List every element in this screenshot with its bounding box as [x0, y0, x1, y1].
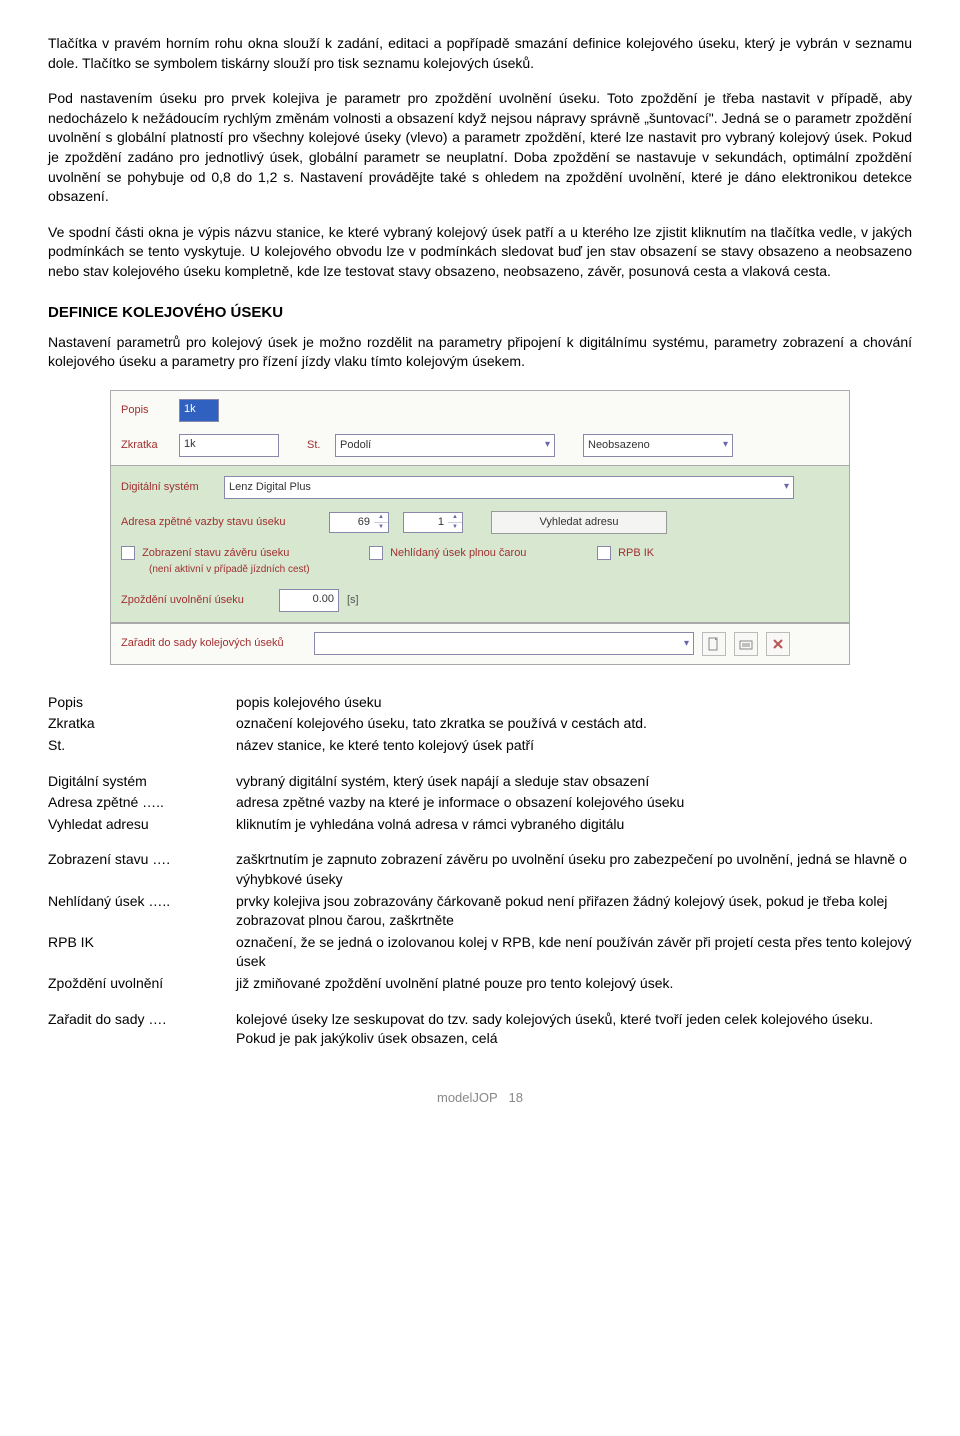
def-row: Zpoždění uvolněníjiž zmiňované zpoždění …	[48, 974, 912, 994]
chevron-down-icon: ▾	[684, 637, 689, 651]
spinner-up-icon[interactable]: ▲	[448, 513, 462, 523]
sada-dropdown[interactable]: ▾	[314, 632, 694, 655]
zpozdeni-input[interactable]: 0.00	[279, 589, 339, 612]
footer-page: 18	[509, 1090, 523, 1105]
def-val: adresa zpětné vazby na které je informac…	[236, 793, 912, 813]
chevron-down-icon: ▾	[723, 438, 728, 452]
stav-value: Neobsazeno	[588, 438, 650, 453]
popis-label: Popis	[121, 403, 171, 418]
def-key: Zkratka	[48, 714, 236, 734]
spinner-up-icon[interactable]: ▲	[374, 513, 388, 523]
chevron-down-icon: ▾	[545, 438, 550, 452]
edit-icon[interactable]	[734, 632, 758, 656]
checkbox-nehlidany[interactable]	[369, 546, 383, 560]
def-val: vybraný digitální systém, který úsek nap…	[236, 772, 912, 792]
def-row: Zobrazení stavu ….zaškrtnutím je zapnuto…	[48, 850, 912, 889]
def-key: Zařadit do sady ….	[48, 1010, 236, 1049]
heading-definice: DEFINICE KOLEJOVÉHO ÚSEKU	[48, 302, 912, 323]
def-val: název stanice, ke které tento kolejový ú…	[236, 736, 912, 756]
spinner-down-icon[interactable]: ▼	[374, 523, 388, 532]
new-icon[interactable]	[702, 632, 726, 656]
def-key: Nehlídaný úsek …..	[48, 892, 236, 931]
chk-zaver-sub: (není aktivní v případě jízdních cest)	[149, 564, 310, 575]
def-row: Zkratkaoznačení kolejového úseku, tato z…	[48, 714, 912, 734]
adresa-spinner-1[interactable]: 69 ▲ ▼	[329, 512, 389, 533]
zkratka-label: Zkratka	[121, 438, 171, 453]
checkbox-rpb[interactable]	[597, 546, 611, 560]
def-key: Adresa zpětné …..	[48, 793, 236, 813]
page-footer: modelJOP 18	[48, 1089, 912, 1107]
def-key: Digitální systém	[48, 772, 236, 792]
chk-nehlidany-label: Nehlídaný úsek plnou čarou	[390, 547, 526, 559]
paragraph-2: Pod nastavením úseku pro prvek kolejiva …	[48, 89, 912, 207]
vyhledat-button[interactable]: Vyhledat adresu	[491, 511, 667, 534]
def-row: RPB IKoznačení, že se jedná o izolovanou…	[48, 933, 912, 972]
zkratka-input[interactable]: 1k	[179, 434, 279, 457]
st-label: St.	[307, 438, 327, 453]
spinner-down-icon[interactable]: ▼	[448, 523, 462, 532]
sada-label: Zařadit do sady kolejových úseků	[121, 636, 306, 651]
checkbox-zaver[interactable]	[121, 546, 135, 560]
def-row: Digitální systémvybraný digitální systém…	[48, 772, 912, 792]
def-row: Adresa zpětné …..adresa zpětné vazby na …	[48, 793, 912, 813]
st-dropdown[interactable]: Podolí ▾	[335, 434, 555, 457]
def-key: St.	[48, 736, 236, 756]
adresa-val2[interactable]: 1	[403, 512, 448, 533]
adresa-spinner-2[interactable]: 1 ▲ ▼	[403, 512, 463, 533]
def-row: St.název stanice, ke které tento kolejov…	[48, 736, 912, 756]
def-row: Vyhledat adresukliknutím je vyhledána vo…	[48, 815, 912, 835]
system-label: Digitální systém	[121, 480, 216, 495]
def-key: Vyhledat adresu	[48, 815, 236, 835]
def-key: RPB IK	[48, 933, 236, 972]
chk-rpb-label: RPB IK	[618, 547, 654, 559]
chk-zaver-label: Zobrazení stavu závěru úseku	[142, 547, 289, 559]
zpozdeni-label: Zpoždění uvolnění úseku	[121, 593, 271, 608]
definitions-table: Popispopis kolejového úseku Zkratkaoznač…	[48, 693, 912, 1049]
chevron-down-icon: ▾	[784, 480, 789, 494]
zpozdeni-unit: [s]	[347, 593, 359, 608]
def-val: již zmiňované zpoždění uvolnění platné p…	[236, 974, 912, 994]
adresa-label: Adresa zpětné vazby stavu úseku	[121, 515, 321, 530]
paragraph-1: Tlačítka v pravém horním rohu okna slouž…	[48, 34, 912, 73]
def-key: Zobrazení stavu ….	[48, 850, 236, 889]
def-intro: Nastavení parametrů pro kolejový úsek je…	[48, 333, 912, 372]
def-row: Nehlídaný úsek …..prvky kolejiva jsou zo…	[48, 892, 912, 931]
def-val: označení, že se jedná o izolovanou kolej…	[236, 933, 912, 972]
def-row: Popispopis kolejového úseku	[48, 693, 912, 713]
def-key: Zpoždění uvolnění	[48, 974, 236, 994]
form-screenshot: Popis 1k Zkratka 1k St. Podolí ▾ Neobsaz…	[110, 390, 850, 665]
stav-dropdown[interactable]: Neobsazeno ▾	[583, 434, 733, 457]
adresa-val1[interactable]: 69	[329, 512, 374, 533]
def-val: kliknutím je vyhledána volná adresa v rá…	[236, 815, 912, 835]
def-val: označení kolejového úseku, tato zkratka …	[236, 714, 912, 734]
popis-input[interactable]: 1k	[179, 399, 219, 422]
delete-icon[interactable]	[766, 632, 790, 656]
footer-app: modelJOP	[437, 1090, 498, 1105]
def-val: kolejové úseky lze seskupovat do tzv. sa…	[236, 1010, 912, 1049]
def-key: Popis	[48, 693, 236, 713]
def-val: zaškrtnutím je zapnuto zobrazení závěru …	[236, 850, 912, 889]
def-val: prvky kolejiva jsou zobrazovány čárkovan…	[236, 892, 912, 931]
def-row: Zařadit do sady ….kolejové úseky lze ses…	[48, 1010, 912, 1049]
st-value: Podolí	[340, 438, 371, 453]
system-value: Lenz Digital Plus	[229, 480, 311, 495]
def-val: popis kolejového úseku	[236, 693, 912, 713]
system-dropdown[interactable]: Lenz Digital Plus ▾	[224, 476, 794, 499]
paragraph-3: Ve spodní části okna je výpis názvu stan…	[48, 223, 912, 282]
